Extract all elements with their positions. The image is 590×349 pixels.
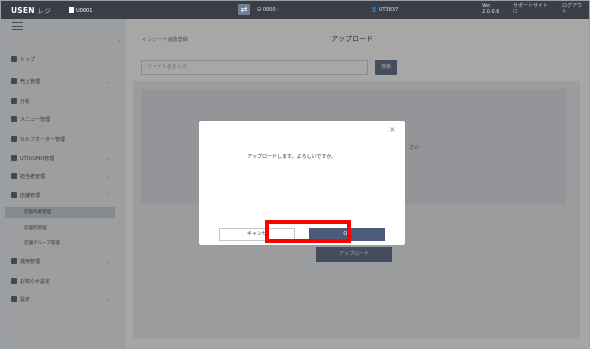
top-bar: USEN レジ U0001 ⇄ ⊟ 0000 : 👤 UT3837 Ver. 2.… [1, 1, 589, 19]
external-link-icon: ☐ [513, 8, 518, 15]
support-site-link[interactable]: サポートサイト ☐ [513, 3, 548, 15]
pos-label: ⊟ 0000 : [257, 6, 279, 13]
user-label[interactable]: 👤 UT3837 [371, 7, 398, 13]
version-info: Ver. 2.0.0.6 [482, 2, 500, 15]
dialog-message: アップロードします。よろしいですか。 [247, 154, 337, 160]
store-selector[interactable]: U0001 [69, 6, 92, 14]
logout-link[interactable]: ログアウト [562, 3, 582, 15]
close-icon[interactable]: × [389, 125, 396, 134]
store-icon [69, 6, 74, 13]
swap-icon[interactable]: ⇄ [238, 4, 250, 15]
highlight-box [265, 220, 351, 243]
brand-logo: USEN レジ [11, 6, 51, 15]
